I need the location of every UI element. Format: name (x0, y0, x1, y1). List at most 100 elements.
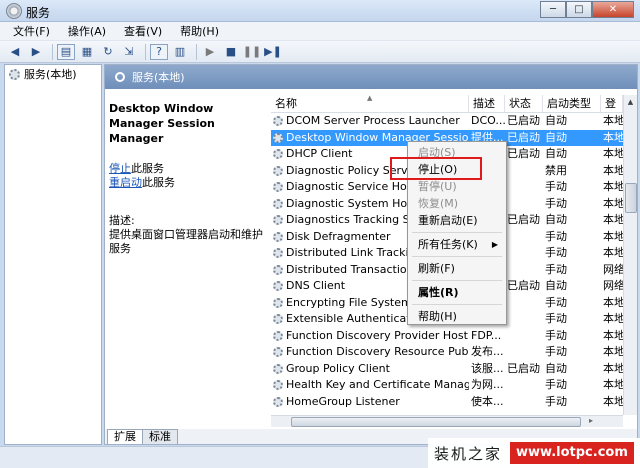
maximize-button[interactable]: □ (566, 1, 592, 18)
service-startup-type-cell: 自动 (545, 213, 567, 226)
service-startup-type-cell: 禁用 (545, 163, 567, 177)
submenu-arrow-icon: ▶ (491, 240, 498, 249)
service-description-cell: 为网... (471, 378, 504, 391)
menu-separator (412, 304, 502, 305)
toolbar-divider (52, 43, 53, 60)
services-header-icon (115, 72, 125, 82)
menu-action[interactable]: 操作(A) (59, 23, 115, 39)
menu-separator (412, 280, 502, 281)
title-bar: 服务 ─ □ ✕ (0, 0, 640, 22)
gear-icon (273, 231, 283, 242)
service-startup-type-cell: 手动 (545, 345, 567, 358)
menu-item-all-tasks-label: 所有任务(K) (418, 238, 478, 251)
menu-item-refresh[interactable]: 刷新(F) (410, 260, 504, 277)
export-list-icon[interactable]: ⇲ (120, 44, 138, 60)
service-name: Distributed Link Tracki (286, 246, 409, 260)
service-log-on-cell: 网络 (603, 262, 623, 276)
service-name: Disk Defragmenter (286, 229, 391, 243)
stop-service-suffix: 此服务 (131, 162, 164, 175)
service-log-on-cell: 本地 (603, 229, 623, 243)
action-pane-icon[interactable]: ▥ (171, 44, 189, 60)
service-log-on-cell: 本地 (603, 130, 623, 144)
service-startup-type-cell: 手动 (545, 295, 567, 309)
table-row[interactable]: HomeGroup Listener 使本... 手动 本地 (271, 394, 623, 411)
extended-description-panel: Desktop Window Manager Session Manager 停… (109, 101, 269, 256)
service-log-on-cell: 本地 (603, 163, 623, 177)
service-name-cell: DCOM Server Process Launcher (271, 113, 469, 130)
menu-bar: 文件(F) 操作(A) 查看(V) 帮助(H) (0, 22, 640, 41)
table-row[interactable]: Health Key and Certificate Manageme...为网… (271, 377, 623, 394)
service-name: Health Key and Certificate Manageme... (286, 378, 469, 392)
stop-service-link[interactable]: 停止 (109, 162, 131, 175)
refresh-icon[interactable]: ↻ (99, 44, 117, 60)
column-header-log-on-as[interactable]: 登 (601, 95, 623, 112)
column-header-description[interactable]: 描述 (469, 95, 505, 112)
menu-file[interactable]: 文件(F) (4, 23, 59, 39)
column-header-status[interactable]: 状态 (505, 95, 543, 112)
table-row[interactable]: Group Policy Client 该服... 已启动 自动 本地 (271, 361, 623, 378)
tab-standard[interactable]: 标准 (142, 429, 178, 444)
service-status-cell: 已启动 (507, 130, 540, 144)
menu-item-restart[interactable]: 重新启动(E) (410, 212, 504, 229)
gear-icon (273, 396, 283, 407)
service-log-on-cell: 本地 (603, 378, 623, 391)
service-name-cell: Group Policy Client (271, 361, 469, 378)
gear-icon (9, 68, 20, 80)
pause-service-icon[interactable]: ❚❚ (243, 44, 261, 60)
properties-icon[interactable]: ▦ (78, 44, 96, 60)
stop-service-icon[interactable]: ■ (222, 44, 240, 60)
gear-icon (273, 248, 283, 259)
help-icon[interactable]: ? (150, 43, 168, 60)
restart-service-link[interactable]: 重启动 (109, 176, 142, 189)
watermark-text: 装机之家 (434, 444, 503, 463)
service-startup-type-cell: 自动 (545, 114, 567, 127)
forward-arrow-icon[interactable]: ▶ (27, 44, 45, 60)
toolbar-divider (145, 43, 146, 60)
service-status-cell (505, 245, 543, 262)
service-name: Function Discovery Resource Publicati... (286, 345, 469, 359)
service-log-on-cell: 本地 (603, 180, 623, 193)
minimize-button[interactable]: ─ (540, 1, 566, 18)
service-log-on-cell: 本地 (603, 114, 623, 127)
menu-item-all-tasks[interactable]: 所有任务(K) ▶ (410, 236, 504, 253)
menu-help[interactable]: 帮助(H) (171, 23, 228, 39)
service-name: Diagnostics Tracking S (286, 213, 410, 227)
gear-icon (273, 347, 283, 358)
scroll-up-icon[interactable]: ▲ (624, 95, 637, 109)
horizontal-scroll-thumb[interactable] (291, 417, 581, 427)
back-arrow-icon[interactable]: ◀ (6, 44, 24, 60)
menu-view[interactable]: 查看(V) (115, 23, 171, 39)
vertical-scrollbar[interactable]: ▲ (623, 95, 637, 415)
service-startup-type-cell: 自动 (545, 279, 567, 292)
service-status-cell: 已启动 (507, 361, 540, 375)
service-name: Group Policy Client (286, 361, 390, 375)
menu-item-help[interactable]: 帮助(H) (410, 308, 504, 325)
column-header-startup-type[interactable]: 启动类型 (543, 95, 601, 112)
close-button[interactable]: ✕ (592, 1, 634, 18)
gear-icon (273, 281, 283, 292)
table-row[interactable]: Function Discovery Resource Publicati...… (271, 344, 623, 361)
tree-item-services-local[interactable]: 服务(本地) (5, 65, 101, 83)
restart-action: 重启动此服务 (109, 176, 269, 190)
menu-item-properties[interactable]: 属性(R) (410, 284, 504, 301)
table-row[interactable]: DCOM Server Process Launcher DCO... 已启动 自动 本… (271, 113, 623, 130)
show-hide-console-tree-icon[interactable]: ▤ (57, 43, 75, 60)
pane-header: 服务(本地) (105, 65, 637, 89)
tab-extended[interactable]: 扩展 (107, 429, 143, 444)
restart-service-icon[interactable]: ▶❚ (264, 44, 282, 60)
table-row[interactable]: Function Discovery Provider Host FDP... 手动… (271, 328, 623, 345)
service-name-cell: Function Discovery Resource Publicati... (271, 344, 469, 361)
service-startup-type-cell: 手动 (545, 328, 567, 342)
console-tree: 服务(本地) (4, 64, 102, 445)
service-startup-type-cell: 手动 (545, 246, 567, 259)
description-text: 提供桌面窗口管理器启动和维护服务 (109, 228, 263, 255)
services-app-icon (6, 3, 22, 19)
start-service-icon[interactable]: ▶ (201, 44, 219, 60)
watermark: 装机之家 www.lotpc.com (428, 438, 640, 468)
menu-item-pause[interactable]: 暂停(U) (410, 178, 504, 195)
menu-item-resume[interactable]: 恢复(M) (410, 195, 504, 212)
service-startup-type-cell: 手动 (545, 180, 567, 193)
vertical-scroll-thumb[interactable] (625, 183, 637, 213)
service-description-cell: 使本... (471, 394, 504, 408)
horizontal-scrollbar[interactable]: ▸ (271, 415, 623, 427)
